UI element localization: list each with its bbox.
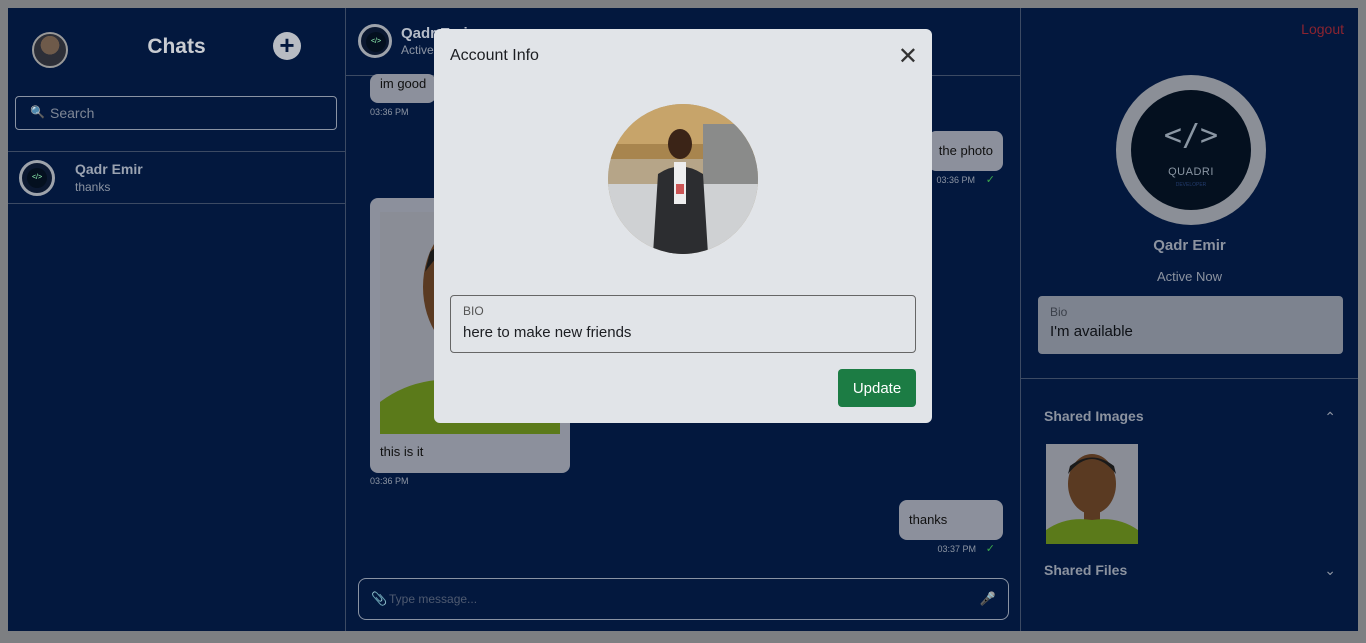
profile-photo [608, 104, 758, 254]
bio-field: BIO [450, 295, 916, 353]
close-icon[interactable]: ✕ [898, 45, 918, 69]
bio-field-label: BIO [463, 304, 484, 318]
modal-title: Account Info [450, 47, 539, 64]
account-avatar[interactable] [608, 104, 758, 254]
update-button[interactable]: Update [838, 369, 916, 407]
bio-input[interactable] [463, 322, 903, 342]
account-info-modal: Account Info ✕ BIO Update [434, 29, 932, 423]
